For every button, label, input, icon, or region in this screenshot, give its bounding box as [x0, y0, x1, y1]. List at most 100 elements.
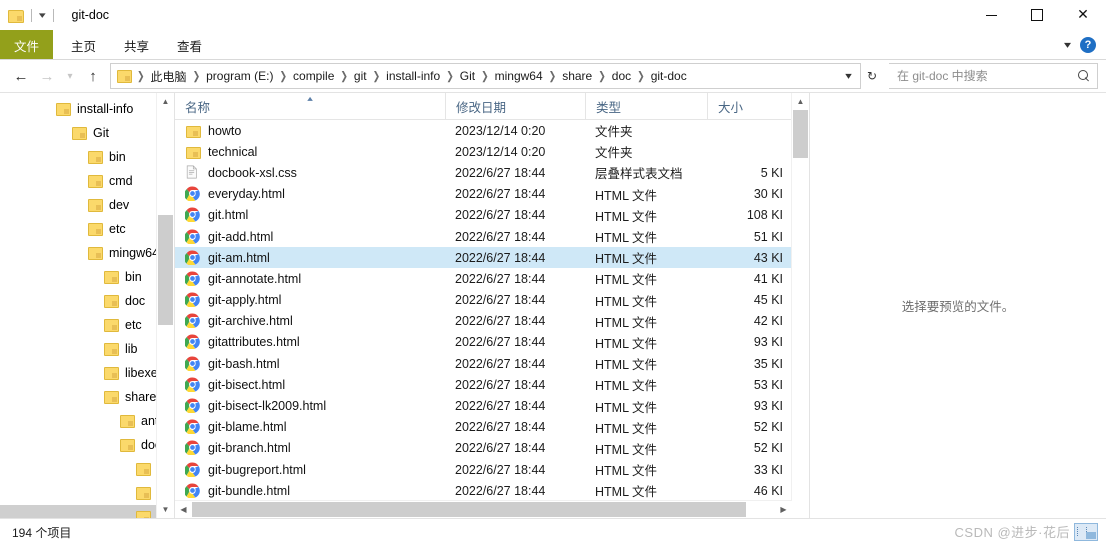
file-list-scrollbar[interactable]: ▲ ▼	[791, 93, 809, 518]
table-row[interactable]: everyday.html 2022/6/27 18:44 HTML 文件 30 KI	[175, 184, 792, 205]
scroll-right-button[interactable]: ▶	[775, 501, 792, 518]
file-name-cell: everyday.html	[175, 186, 445, 202]
arrow-right-icon: →	[39, 67, 55, 85]
nav-scrollbar[interactable]: ▲ ▼	[156, 93, 174, 518]
up-button[interactable]: ↑	[80, 63, 106, 89]
breadcrumb-item-4[interactable]: install-info	[382, 68, 444, 84]
nav-item-install-info[interactable]: install-info	[0, 97, 157, 121]
table-row[interactable]: git-annotate.html 2022/6/27 18:44 HTML 文件 4…	[175, 268, 792, 289]
chevron-down-icon[interactable]: ▾	[39, 10, 46, 20]
nav-item-etc[interactable]: etc	[0, 217, 157, 241]
search-box[interactable]	[889, 63, 1098, 89]
column-header-2[interactable]: 类型	[585, 93, 707, 119]
nav-item-lib[interactable]: lib	[0, 337, 157, 361]
column-header-0[interactable]: 名称 ▴	[175, 93, 445, 119]
file-size-cell: 42 KI	[753, 314, 783, 329]
breadcrumb-item-8[interactable]: doc	[608, 68, 635, 84]
file-name-label: technical	[208, 144, 258, 159]
search-input[interactable]	[895, 68, 1074, 84]
nav-item-git-doc[interactable]: git-doc	[0, 505, 157, 518]
nav-item-etc[interactable]: etc	[0, 313, 157, 337]
table-row[interactable]: git-apply.html 2022/6/27 18:44 HTML 文件 45 K…	[175, 290, 792, 311]
breadcrumb[interactable]: ❯ 此电脑 ❯ program (E:) ❯ compile ❯ git ❯ i…	[110, 63, 861, 89]
nav-item-antiword[interactable]: antiword	[0, 409, 157, 433]
scroll-track[interactable]	[192, 501, 775, 518]
file-type-cell: HTML 文件	[595, 379, 658, 394]
table-row[interactable]: git-add.html 2022/6/27 18:44 HTML 文件 51 KI	[175, 226, 792, 247]
file-size-cell: 52 KI	[753, 441, 783, 456]
file-list-hscrollbar[interactable]: ◀ ▶	[175, 500, 792, 518]
recent-locations-button[interactable]: ▾	[60, 63, 80, 89]
nav-item-libexec[interactable]: libexec	[0, 361, 157, 385]
file-name-cell: git-bugreport.html	[175, 462, 445, 478]
refresh-icon[interactable]: ↻	[861, 69, 883, 83]
breadcrumb-item-1[interactable]: program (E:)	[202, 68, 277, 84]
file-date-cell: 2023/12/14 0:20	[455, 123, 546, 138]
table-row[interactable]: git-blame.html 2022/6/27 18:44 HTML 文件 52 K…	[175, 417, 792, 438]
scroll-thumb[interactable]	[158, 215, 173, 325]
chevron-down-icon[interactable]: ▾	[1058, 40, 1076, 51]
breadcrumb-item-3[interactable]: git	[350, 68, 371, 84]
scroll-left-button[interactable]: ◀	[175, 501, 192, 518]
table-row[interactable]: git-branch.html 2022/6/27 18:44 HTML 文件 52 …	[175, 438, 792, 459]
file-name-cell: git-apply.html	[175, 292, 445, 308]
maximize-button[interactable]	[1014, 0, 1060, 30]
table-row[interactable]: docbook-xsl.css 2022/6/27 18:44 层叠样式表文档 5 K…	[175, 162, 792, 183]
table-row[interactable]: gitattributes.html 2022/6/27 18:44 HTML 文件…	[175, 332, 792, 353]
table-row[interactable]: git-bash.html 2022/6/27 18:44 HTML 文件 35 KI	[175, 353, 792, 374]
breadcrumb-item-6[interactable]: mingw64	[491, 68, 547, 84]
back-button[interactable]: ←	[8, 63, 34, 89]
breadcrumb-item-9[interactable]: git-doc	[647, 68, 691, 84]
breadcrumb-item-7[interactable]: share	[558, 68, 596, 84]
breadcrumb-item-5[interactable]: Git	[456, 68, 479, 84]
nav-item-cmd[interactable]: cmd	[0, 169, 157, 193]
table-row[interactable]: git-archive.html 2022/6/27 18:44 HTML 文件 42…	[175, 311, 792, 332]
nav-item-bin[interactable]: bin	[0, 145, 157, 169]
nav-item-doc[interactable]: doc	[0, 433, 157, 457]
file-type-cell: HTML 文件	[595, 188, 658, 203]
nav-item-mingw64[interactable]: mingw64	[0, 241, 157, 265]
column-header-3[interactable]: 大小	[707, 93, 787, 119]
nav-item-connect[interactable]: connect	[0, 457, 157, 481]
scroll-track[interactable]	[157, 110, 174, 501]
column-header-1[interactable]: 修改日期	[445, 93, 585, 119]
table-row[interactable]: git-am.html 2022/6/27 18:44 HTML 文件 43 KI	[175, 247, 792, 269]
table-row[interactable]: git-bundle.html 2022/6/27 18:44 HTML 文件 46 …	[175, 480, 792, 501]
explorer-body: install-info Git bin cmd dev etc mingw64 bin doc…	[0, 92, 1106, 518]
file-type-cell: HTML 文件	[595, 421, 658, 436]
breadcrumb-item-0[interactable]: 此电脑	[147, 67, 191, 86]
tab-file[interactable]: 文件	[0, 30, 54, 60]
table-row[interactable]: git-bugreport.html 2022/6/27 18:44 HTML 文件…	[175, 459, 792, 480]
breadcrumb-item-2[interactable]: compile	[289, 68, 338, 84]
tab-share[interactable]: 共享	[110, 30, 163, 60]
file-name-label: everyday.html	[208, 187, 285, 202]
scroll-up-button[interactable]: ▲	[792, 93, 809, 110]
file-name-label: git-bugreport.html	[208, 462, 306, 477]
chevron-down-icon[interactable]: ▾	[836, 71, 860, 82]
column-header-label: 修改日期	[456, 100, 507, 115]
nav-item-expat[interactable]: expat	[0, 481, 157, 505]
help-icon[interactable]: ?	[1080, 37, 1096, 53]
minimize-icon	[985, 14, 997, 16]
nav-item-git[interactable]: Git	[0, 121, 157, 145]
table-row[interactable]: technical 2023/12/14 0:20 文件夹	[175, 141, 792, 162]
table-row[interactable]: git.html 2022/6/27 18:44 HTML 文件 108 KI	[175, 205, 792, 226]
nav-item-bin[interactable]: bin	[0, 265, 157, 289]
forward-button[interactable]: →	[34, 63, 60, 89]
minimize-button[interactable]	[968, 0, 1014, 30]
scroll-up-button[interactable]: ▲	[157, 93, 174, 110]
tab-home[interactable]: 主页	[57, 30, 110, 60]
table-row[interactable]: howto 2023/12/14 0:20 文件夹	[175, 120, 792, 141]
nav-item-doc[interactable]: doc	[0, 289, 157, 313]
table-row[interactable]: git-bisect-lk2009.html 2022/6/27 18:44 HTM…	[175, 395, 792, 416]
scroll-track[interactable]	[792, 110, 809, 501]
nav-item-label: antiword	[141, 414, 157, 428]
scroll-down-button[interactable]: ▼	[157, 501, 174, 518]
close-button[interactable]: ✕	[1060, 0, 1106, 30]
scroll-thumb[interactable]	[793, 110, 808, 158]
tab-view[interactable]: 查看	[163, 30, 216, 60]
table-row[interactable]: git-bisect.html 2022/6/27 18:44 HTML 文件 53 …	[175, 374, 792, 395]
nav-item-dev[interactable]: dev	[0, 193, 157, 217]
scroll-thumb[interactable]	[192, 502, 746, 517]
nav-item-share[interactable]: share	[0, 385, 157, 409]
